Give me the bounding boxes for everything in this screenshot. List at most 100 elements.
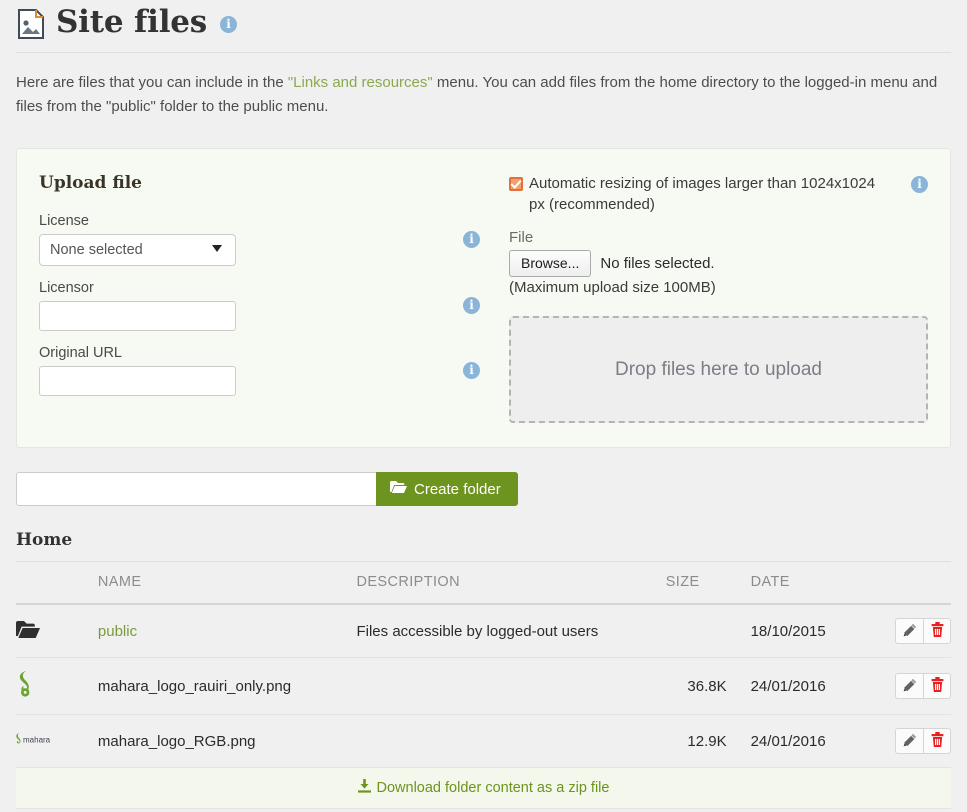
row-name-cell: mahara_logo_rauiri_only.png xyxy=(97,657,357,716)
svg-text:mahara: mahara xyxy=(23,736,51,745)
files-table-head: NAME DESCRIPTION SIZE DATE xyxy=(16,574,951,606)
table-row: mahara mahara_logo_RGB.png 12.9K 24/01/2… xyxy=(16,714,951,769)
original-url-input[interactable] xyxy=(39,365,236,396)
folder-open-icon xyxy=(390,480,407,498)
create-folder-button[interactable]: Create folder xyxy=(376,472,518,507)
license-field: License None selected xyxy=(39,213,439,266)
upload-panel-title: Upload file xyxy=(39,172,142,193)
browse-button[interactable]: Browse... xyxy=(509,250,592,278)
row-icon-cell xyxy=(16,657,98,716)
links-and-resources-link[interactable]: "Links and resources" xyxy=(288,74,433,91)
row-action-buttons xyxy=(895,673,951,700)
license-select[interactable]: None selected xyxy=(39,233,236,266)
license-field-row: License None selected i xyxy=(39,213,509,266)
column-header-size: SIZE xyxy=(665,574,727,606)
pencil-icon xyxy=(903,623,917,640)
edit-button[interactable] xyxy=(895,728,923,755)
row-size-cell xyxy=(665,604,727,659)
chevron-down-icon xyxy=(212,244,222,252)
column-header-icon xyxy=(16,574,98,606)
column-header-date: DATE xyxy=(726,574,867,606)
page-header: Site files i xyxy=(16,0,951,53)
auto-resize-row: Automatic resizing of images larger than… xyxy=(509,173,928,216)
edit-button[interactable] xyxy=(895,618,923,645)
auto-resize-label: Automatic resizing of images larger than… xyxy=(529,174,876,214)
image-thumbnail-koru-icon xyxy=(16,671,36,701)
row-description-cell xyxy=(356,657,666,716)
row-description-cell: Files accessible by logged-out users xyxy=(356,604,666,659)
licensor-label: Licensor xyxy=(39,279,94,296)
dropzone[interactable]: Drop files here to upload xyxy=(509,316,928,424)
upload-left-column: Upload file License None selected i Lice… xyxy=(39,169,509,424)
info-icon[interactable]: i xyxy=(220,15,238,33)
row-date-cell: 24/01/2016 xyxy=(726,714,867,769)
create-folder-bar: Create folder xyxy=(16,472,951,507)
row-size-cell: 36.8K xyxy=(665,657,727,716)
pencil-icon xyxy=(903,733,917,750)
trash-icon xyxy=(931,732,944,750)
listing-footer: Download folder content as a zip file xyxy=(16,768,951,810)
original-url-field: Original URL xyxy=(39,345,439,396)
licensor-input[interactable] xyxy=(39,300,236,331)
license-label: License xyxy=(39,212,89,229)
site-files-page: Site files i Here are files that you can… xyxy=(0,0,967,810)
pencil-icon xyxy=(903,678,917,695)
license-select-value: None selected xyxy=(39,233,236,266)
column-header-description: DESCRIPTION xyxy=(356,574,666,606)
column-header-name: NAME xyxy=(97,574,357,606)
original-url-label: Original URL xyxy=(39,344,122,361)
intro-text: Here are files that you can include in t… xyxy=(16,53,946,126)
edit-button[interactable] xyxy=(895,673,923,700)
trash-icon xyxy=(931,622,944,640)
original-url-field-row: Original URL i xyxy=(39,345,509,396)
listing-heading: Home xyxy=(16,530,951,563)
table-row: public Files accessible by logged-out us… xyxy=(16,604,951,659)
download-icon xyxy=(357,779,371,797)
row-name-cell: public xyxy=(97,604,357,659)
original-url-info-icon[interactable]: i xyxy=(463,361,480,379)
upload-right-column: Automatic resizing of images larger than… xyxy=(509,169,928,424)
folder-name-input[interactable] xyxy=(16,472,376,507)
trash-icon xyxy=(931,677,944,695)
dropzone-label: Drop files here to upload xyxy=(614,358,822,380)
row-action-buttons xyxy=(895,728,951,755)
delete-button[interactable] xyxy=(923,618,951,645)
download-zip-link[interactable]: Download folder content as a zip file xyxy=(357,779,610,797)
row-icon-cell: mahara xyxy=(16,714,98,769)
file-selection-status: No files selected. xyxy=(600,255,715,273)
licensor-info-icon[interactable]: i xyxy=(463,296,480,314)
create-folder-label: Create folder xyxy=(414,480,501,498)
folder-open-icon xyxy=(16,620,40,642)
row-description-cell xyxy=(356,714,666,769)
licensor-field: Licensor xyxy=(39,280,439,331)
file-input-row: Browse... No files selected. xyxy=(509,250,928,278)
delete-button[interactable] xyxy=(923,728,951,755)
delete-button[interactable] xyxy=(923,673,951,700)
intro-text-before: Here are files that you can include in t… xyxy=(16,74,288,91)
license-info-icon[interactable]: i xyxy=(463,230,480,248)
row-name-cell: mahara_logo_RGB.png xyxy=(97,714,357,769)
page-title: Site files xyxy=(56,3,208,40)
row-icon-cell xyxy=(16,604,98,659)
table-row: mahara_logo_rauiri_only.png 36.8K 24/01/… xyxy=(16,657,951,716)
row-action-buttons xyxy=(895,618,951,645)
row-actions-cell xyxy=(866,714,951,769)
image-file-icon xyxy=(16,8,46,40)
files-table: NAME DESCRIPTION SIZE DATE public Files … xyxy=(16,574,951,769)
image-thumbnail-mahara-icon: mahara xyxy=(16,733,58,750)
table-header-row: NAME DESCRIPTION SIZE DATE xyxy=(16,574,951,606)
licensor-field-row: Licensor i xyxy=(39,280,509,331)
auto-resize-info-icon[interactable]: i xyxy=(911,175,928,193)
row-date-cell: 24/01/2016 xyxy=(726,657,867,716)
file-name-link[interactable]: public xyxy=(98,623,137,640)
row-size-cell: 12.9K xyxy=(665,714,727,769)
auto-resize-checkbox[interactable] xyxy=(509,176,523,191)
max-upload-size: (Maximum upload size 100MB) xyxy=(509,279,716,297)
row-date-cell: 18/10/2015 xyxy=(726,604,867,659)
download-zip-label: Download folder content as a zip file xyxy=(376,780,610,797)
upload-file-panel: Upload file License None selected i Lice… xyxy=(16,147,951,449)
row-actions-cell xyxy=(866,657,951,716)
row-actions-cell xyxy=(866,604,951,659)
files-table-body: public Files accessible by logged-out us… xyxy=(16,604,951,769)
file-label: File xyxy=(509,229,534,247)
